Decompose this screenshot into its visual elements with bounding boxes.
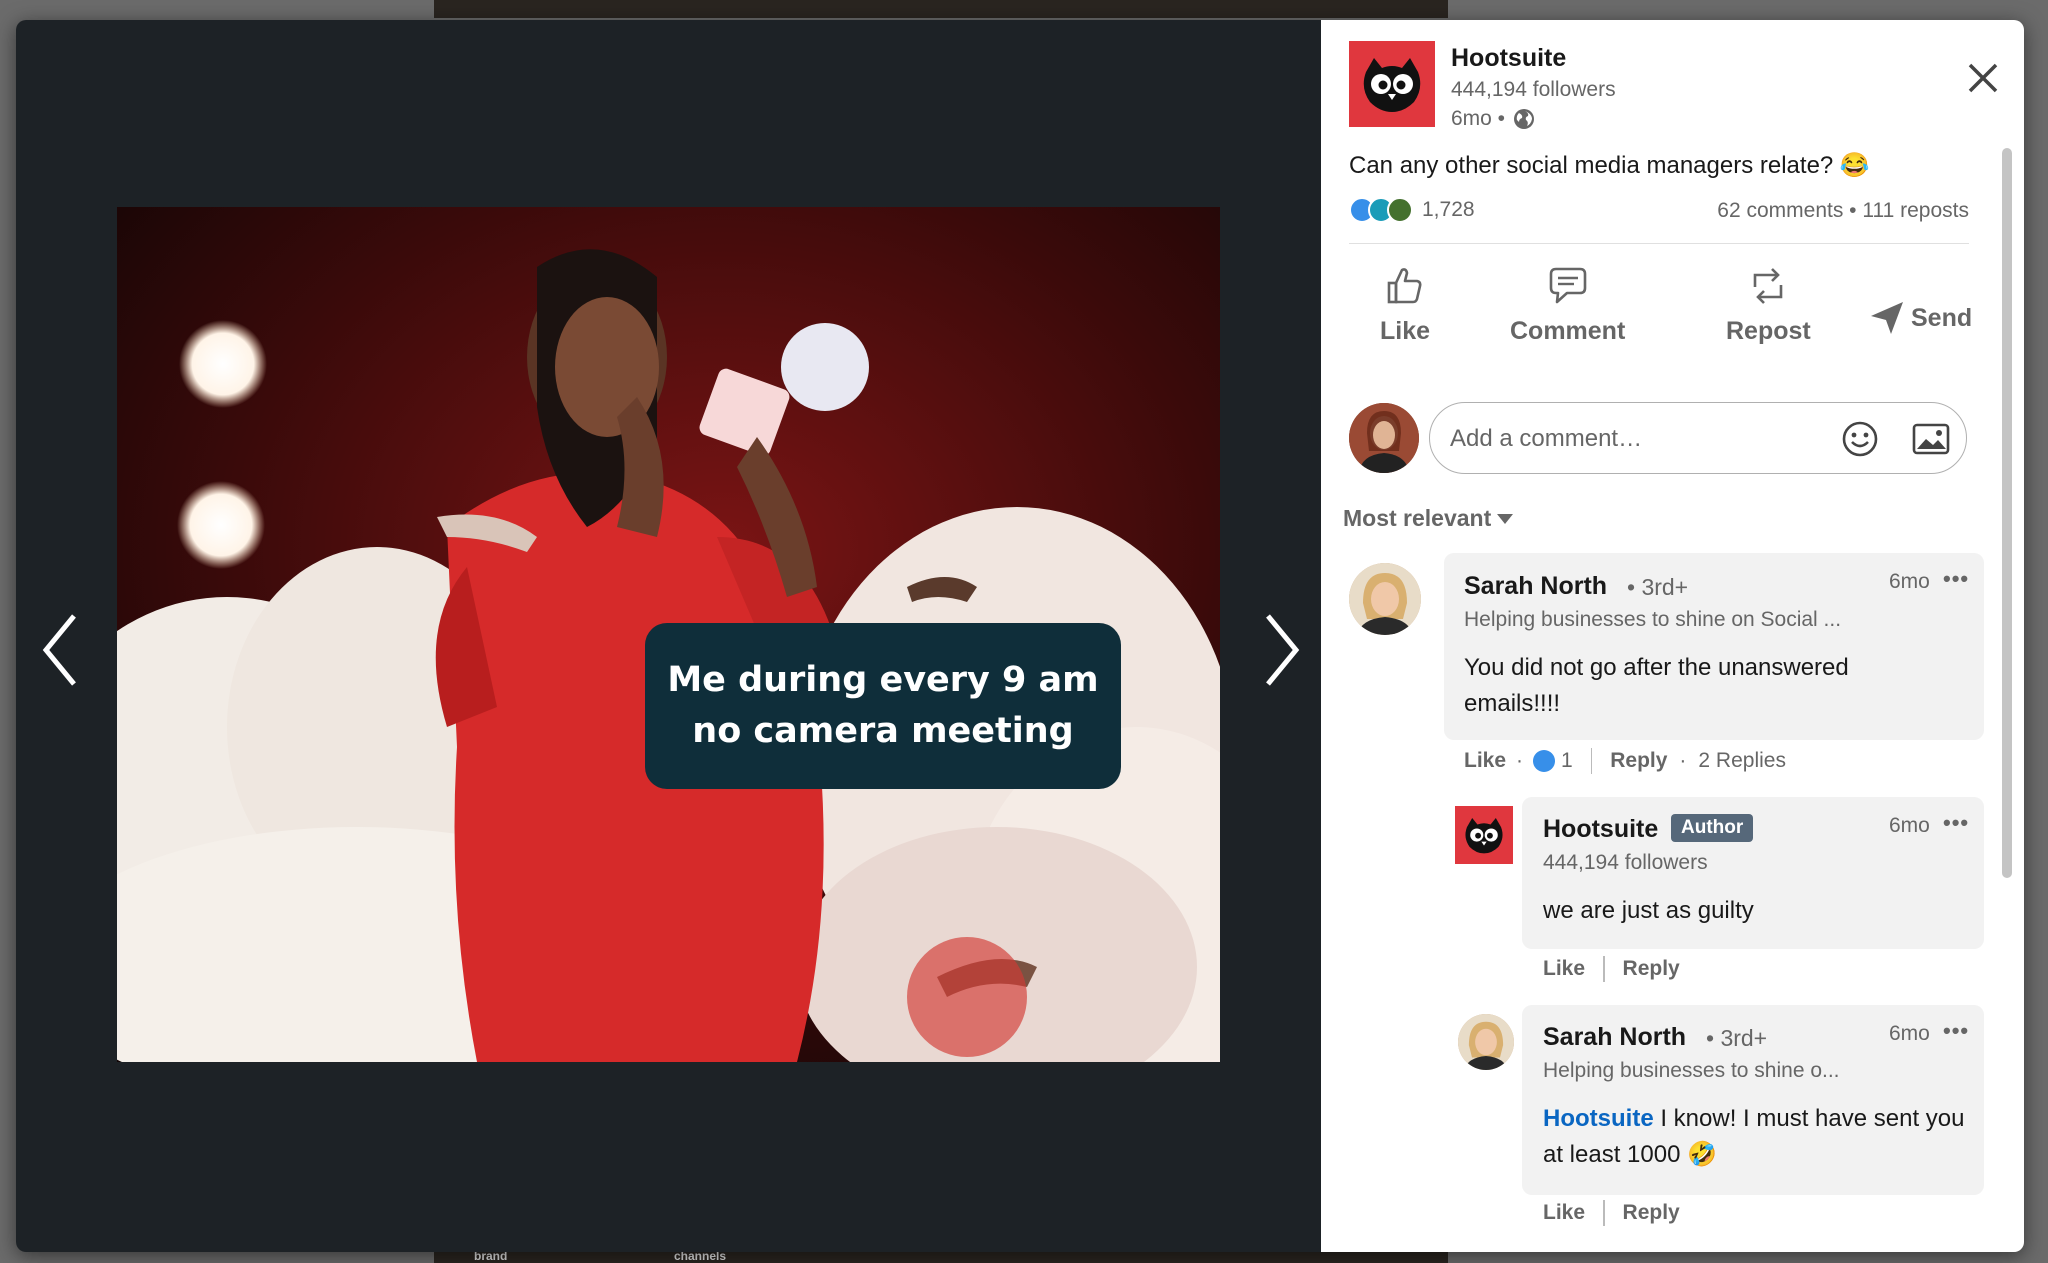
comment-like-count[interactable]: 1: [1561, 749, 1573, 773]
reactions-count: 1,728: [1422, 198, 1475, 221]
sort-dropdown[interactable]: Most relevant: [1343, 505, 1514, 532]
reply-author-name[interactable]: Hootsuite: [1543, 815, 1658, 844]
post-modal: Me during every 9 am no camera meeting H…: [16, 20, 2024, 1252]
repost-icon: [1754, 268, 1783, 304]
commenter-name[interactable]: Sarah North: [1464, 572, 1607, 601]
author-badge: Author: [1671, 814, 1754, 842]
more-options-icon[interactable]: •••: [1943, 566, 1969, 592]
like-button[interactable]: Like: [1380, 265, 1430, 346]
comment-reply-button[interactable]: Reply: [1610, 749, 1667, 773]
comment-input-box[interactable]: [1429, 402, 1967, 474]
reply-like-button[interactable]: Like: [1543, 1201, 1585, 1225]
reply-text: Hootsuite I know! I must have sent you a…: [1543, 1101, 1973, 1173]
like-label: Like: [1380, 317, 1431, 345]
post-time: 6mo •: [1451, 107, 1535, 131]
owl-icon: [1363, 58, 1421, 112]
comment-actions: Like · 1 Reply · 2 Replies: [1464, 748, 1786, 774]
divider: [1590, 748, 1593, 774]
close-icon: [1968, 63, 1998, 93]
post-author-name[interactable]: Hootsuite: [1451, 44, 1566, 73]
replies-count-link[interactable]: 2 Replies: [1698, 749, 1786, 773]
hootsuite-logo[interactable]: [1349, 41, 1435, 127]
current-user-avatar[interactable]: [1349, 403, 1419, 473]
emoji-icon[interactable]: [1841, 420, 1879, 458]
connection-degree: • 3rd+: [1706, 1025, 1768, 1051]
reply-actions: Like Reply: [1543, 1200, 1680, 1226]
chevron-right-icon: [1266, 614, 1300, 686]
meme-caption: Me during every 9 am no camera meeting: [645, 623, 1121, 789]
divider: [1349, 243, 1969, 244]
post-details-panel: Hootsuite 444,194 followers 6mo • Can an…: [1321, 20, 2024, 1252]
comment-button[interactable]: Comment: [1510, 265, 1625, 346]
sort-label: Most relevant: [1343, 505, 1492, 531]
next-image-button[interactable]: [1252, 590, 1312, 710]
more-options-icon[interactable]: •••: [1943, 1018, 1969, 1044]
separator-dot: ·: [1679, 749, 1687, 772]
repost-label: Repost: [1726, 317, 1811, 345]
previous-image-button[interactable]: [30, 590, 90, 710]
reply-reply-button[interactable]: Reply: [1623, 957, 1680, 981]
comment-time: 6mo: [1889, 570, 1930, 593]
like-reaction-icon: [1533, 750, 1556, 772]
divider: [1603, 956, 1605, 982]
caret-down-icon: [1497, 513, 1514, 524]
reply-author-headline: Helping businesses to shine o...: [1543, 1059, 1840, 1082]
reply-like-button[interactable]: Like: [1543, 957, 1585, 981]
reply-actions: Like Reply: [1543, 956, 1680, 982]
hootsuite-logo[interactable]: [1455, 806, 1513, 864]
commenter-headline: Helping businesses to shine on Social ..…: [1464, 608, 1842, 631]
chevron-left-icon: [42, 614, 76, 686]
owl-icon: [1465, 817, 1503, 854]
globe-icon: [1514, 109, 1535, 129]
comment-label: Comment: [1510, 317, 1626, 345]
separator-dot: ·: [1516, 749, 1524, 772]
post-time-text: 6mo •: [1451, 107, 1506, 130]
post-text: Can any other social media managers rela…: [1349, 152, 1870, 179]
reply-author-headline: 444,194 followers: [1543, 851, 1708, 874]
connection-degree: • 3rd+: [1627, 574, 1689, 600]
post-image[interactable]: Me during every 9 am no camera meeting: [117, 207, 1220, 1062]
divider: [1603, 1200, 1605, 1226]
background-page-strip-top: [434, 0, 1448, 18]
mention-link[interactable]: Hootsuite: [1543, 1105, 1654, 1132]
support-reaction-icon: [1387, 197, 1413, 223]
reactions-summary[interactable]: 1,728: [1349, 197, 1475, 223]
image-icon[interactable]: [1911, 420, 1951, 458]
reply-author-name[interactable]: Sarah North: [1543, 1023, 1686, 1052]
reply-text: we are just as guilty: [1543, 897, 1754, 924]
close-button[interactable]: [1961, 56, 2005, 100]
comment-input[interactable]: [1448, 419, 1832, 459]
comment-icon: [1549, 267, 1586, 304]
send-label: Send: [1911, 303, 1973, 332]
thumbs-up-icon: [1387, 268, 1422, 304]
reply-reply-button[interactable]: Reply: [1623, 1201, 1680, 1225]
panel-scrollbar[interactable]: [2002, 148, 2012, 878]
reply-time: 6mo: [1889, 814, 1930, 837]
comment-text: You did not go after the unanswered emai…: [1464, 654, 1849, 717]
commenter-avatar[interactable]: [1458, 1014, 1514, 1070]
repost-button[interactable]: Repost: [1726, 265, 1811, 346]
reply-time: 6mo: [1889, 1022, 1930, 1045]
comments-reposts-count[interactable]: 62 comments • 111 reposts: [1717, 199, 1969, 223]
send-icon: [1871, 302, 1903, 334]
send-button[interactable]: Send: [1869, 300, 1972, 336]
more-options-icon[interactable]: •••: [1943, 810, 1969, 836]
image-viewer: Me during every 9 am no camera meeting: [16, 20, 1321, 1252]
post-author-followers: 444,194 followers: [1451, 78, 1616, 101]
comment-like-button[interactable]: Like: [1464, 749, 1506, 773]
commenter-avatar[interactable]: [1349, 563, 1421, 635]
